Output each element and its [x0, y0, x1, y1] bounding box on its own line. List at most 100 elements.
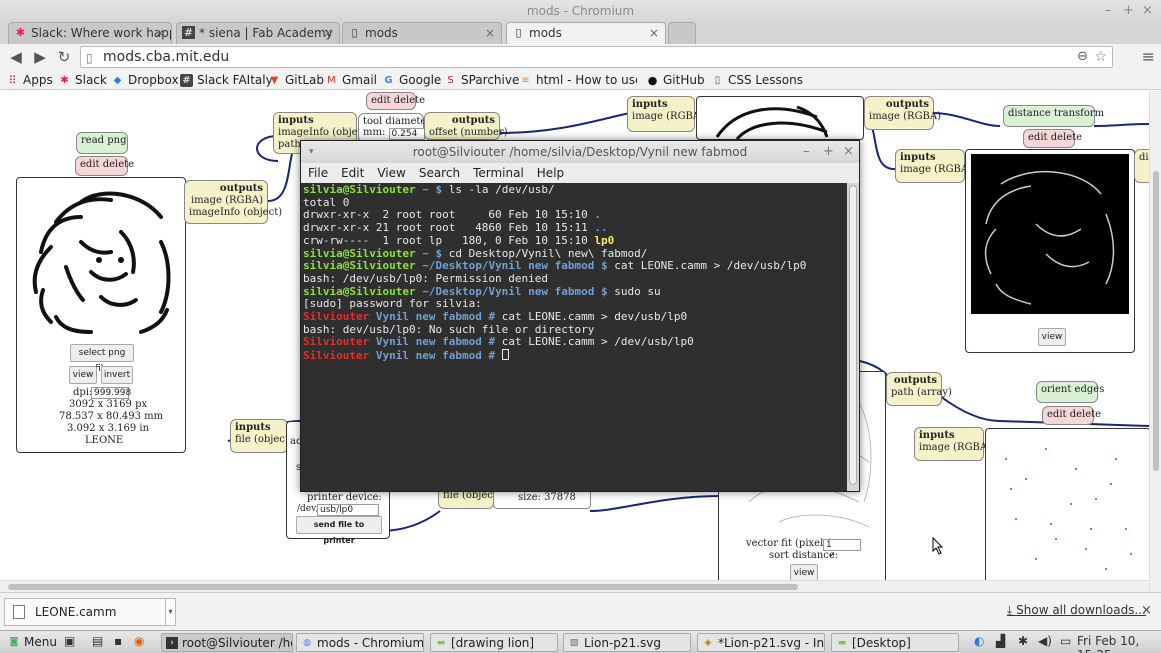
sort-distance-checkbox[interactable]: ✓: [829, 550, 836, 559]
tool-diameter-input[interactable]: 0.254: [388, 128, 425, 140]
read-png-title[interactable]: read png: [76, 132, 128, 154]
bookmark-star-icon[interactable]: ☆: [1094, 47, 1107, 67]
dt-inputs-port[interactable]: inputs image (RGBA): [895, 149, 972, 183]
terminal-menu-icon[interactable]: ▾: [309, 141, 314, 163]
menu-file[interactable]: File: [308, 166, 328, 180]
taskbar-item-lion-svg[interactable]: ▧ Lion-p21.svg: [563, 633, 691, 652]
edges-scatter-image: [1005, 448, 1132, 570]
close-download-shelf-icon[interactable]: ×: [1141, 603, 1152, 618]
bluetooth-icon[interactable]: ✱: [1018, 634, 1028, 648]
orient-edges-title[interactable]: orient edges: [1036, 381, 1104, 403]
bookmark-css-lessons[interactable]: ▯ CSS Lessons: [711, 72, 803, 88]
oe-inputs-port[interactable]: inputs image (RGBA): [914, 427, 991, 461]
read-png-outputs-port[interactable]: outputs image (RGBA) imageInfo (object): [184, 180, 282, 224]
dropbox-icon: ◆: [113, 75, 122, 86]
vertical-scrollbar[interactable]: [1149, 91, 1161, 592]
terminal-output[interactable]: silvia@Silviouter ~ $ ls -la /dev/usb/to…: [301, 183, 849, 491]
edit-delete-button[interactable]: edit delete: [75, 156, 134, 176]
terminal-window[interactable]: ▾ root@Silviouter /home/silvia/Desktop/V…: [300, 140, 860, 492]
tab-slack[interactable]: ✱ Slack: Where work happ ×: [8, 22, 172, 44]
select-png-file-button[interactable]: select png file: [70, 344, 134, 374]
inputs-image-port[interactable]: inputs image (RGBA): [627, 96, 704, 132]
printer-device-input[interactable]: usb/lp0: [317, 504, 379, 516]
clock[interactable]: Fri Feb 10, 15:25: [1077, 634, 1161, 653]
dt-right-port[interactable]: dis: [1134, 149, 1149, 183]
volume-icon[interactable]: ◀): [1038, 634, 1052, 648]
bookmark-stackoverflow[interactable]: ≡html - How to use re: [519, 72, 637, 88]
download-file-name: LEONE.camm: [35, 605, 117, 619]
show-desktop-icon[interactable]: ▣: [64, 634, 75, 648]
close-tab-icon[interactable]: ×: [323, 23, 333, 43]
close-tab-icon[interactable]: ×: [649, 23, 659, 43]
chrome-menu-icon[interactable]: ≡: [1142, 47, 1155, 66]
files-icon[interactable]: ▤: [92, 634, 103, 648]
view-button[interactable]: view: [1038, 328, 1066, 346]
bookmark-apps[interactable]: ⠿ Apps: [6, 72, 52, 88]
address-bar[interactable]: ▯ mods.cba.mit.edu ⊖ ☆: [80, 46, 1113, 68]
outputs-image-port[interactable]: outputs image (RGBA): [864, 96, 941, 130]
view-button[interactable]: view: [790, 564, 818, 580]
menu-view[interactable]: View: [377, 166, 405, 180]
tab-mods-1[interactable]: ▯ mods ×: [342, 22, 502, 44]
close-tab-icon[interactable]: ×: [485, 23, 495, 43]
taskbar-item-desktop[interactable]: ▬ [Desktop]: [831, 633, 959, 652]
send-file-to-printer-button[interactable]: send file to printer: [296, 516, 382, 545]
view-button[interactable]: view: [69, 366, 97, 384]
chevron-down-icon[interactable]: ▾: [165, 599, 175, 625]
invert-button[interactable]: invert: [101, 366, 133, 384]
download-item[interactable]: LEONE.camm ▾: [4, 598, 176, 626]
slack-icon: ✱: [60, 75, 69, 86]
terminal-scrollbar[interactable]: [847, 183, 859, 491]
menu-search[interactable]: Search: [419, 166, 460, 180]
edit-delete-button[interactable]: edit delete: [366, 92, 425, 110]
minimize-icon[interactable]: –: [1105, 0, 1112, 22]
zoom-icon[interactable]: ⊖: [1077, 47, 1088, 67]
distance-transform-title[interactable]: distance transform: [1003, 105, 1104, 127]
network-signal-icon[interactable]: ▟: [996, 634, 1005, 648]
left-inputs-file-port[interactable]: inputs file (object): [230, 419, 293, 453]
bookmark-google[interactable]: G Google: [382, 72, 441, 88]
outputs-offset-port[interactable]: outputs offset (number): [424, 112, 508, 140]
menu-help[interactable]: Help: [537, 166, 564, 180]
close-tab-icon[interactable]: ×: [155, 23, 165, 43]
taskbar-item-inkscape[interactable]: ◈*Lion-p21.svg - Ink...: [697, 633, 825, 652]
bookmark-gitlab[interactable]: ▼ GitLab: [268, 72, 324, 88]
tab-mods-active[interactable]: ▯ mods ×: [506, 22, 666, 44]
show-all-downloads-link[interactable]: ⤓ Show all downloads...: [1007, 603, 1146, 618]
edit-delete-button[interactable]: edit delete: [1023, 129, 1082, 148]
maximize-icon[interactable]: +: [1123, 0, 1134, 22]
maximize-icon[interactable]: +: [823, 141, 834, 163]
new-tab-button[interactable]: [668, 22, 696, 44]
update-shield-icon[interactable]: ◐: [974, 634, 984, 648]
terminal-title: root@Silviouter /home/silvia/Desktop/Vyn…: [412, 145, 748, 159]
menu-edit[interactable]: Edit: [341, 166, 364, 180]
bookmark-gmail[interactable]: M Gmail: [325, 72, 377, 88]
bookmark-slack-faitaly[interactable]: # Slack FAItaly: [180, 72, 273, 88]
bookmark-github[interactable]: ● GitHub: [646, 72, 705, 88]
menu-terminal[interactable]: Terminal: [473, 166, 524, 180]
bookmark-slack[interactable]: ✱ Slack: [58, 72, 107, 88]
forward-icon[interactable]: ▶: [30, 47, 50, 67]
taskbar-item-drawing-lion[interactable]: ▬ [drawing lion]: [430, 633, 558, 652]
size-px: 3092 x 3169 px: [69, 399, 148, 410]
mouse-pointer-icon: [932, 537, 944, 555]
close-window-icon[interactable]: ×: [1142, 0, 1153, 22]
terminal-launcher-icon[interactable]: ▪: [114, 634, 122, 648]
reload-icon[interactable]: ↻: [54, 47, 74, 67]
bookmark-dropbox[interactable]: ◆ Dropbox: [111, 72, 179, 88]
tab-siena[interactable]: # * siena | Fab Academy ×: [176, 22, 340, 44]
minimize-icon[interactable]: –: [803, 141, 810, 163]
close-window-icon[interactable]: ×: [843, 141, 854, 163]
taskbar-item-chromium[interactable]: ◍ mods - Chromium: [296, 633, 424, 652]
bookmark-sparchive[interactable]: S SParchive: [444, 72, 519, 88]
back-icon[interactable]: ◀: [6, 47, 26, 67]
dpi-input[interactable]: 999.998: [91, 387, 131, 399]
horizontal-scrollbar[interactable]: [0, 580, 1149, 592]
taskbar-item-terminal[interactable]: ›root@Silviouter /ho...: [161, 633, 293, 652]
firefox-icon[interactable]: ◉: [134, 634, 144, 648]
start-menu-button[interactable]: ◙ Menu: [4, 633, 60, 652]
edit-delete-button[interactable]: edit delete: [1042, 406, 1101, 425]
outputs-path-port[interactable]: outputs path (array): [886, 372, 952, 406]
battery-icon[interactable]: ▭: [1060, 634, 1071, 648]
google-icon: G: [384, 75, 393, 86]
